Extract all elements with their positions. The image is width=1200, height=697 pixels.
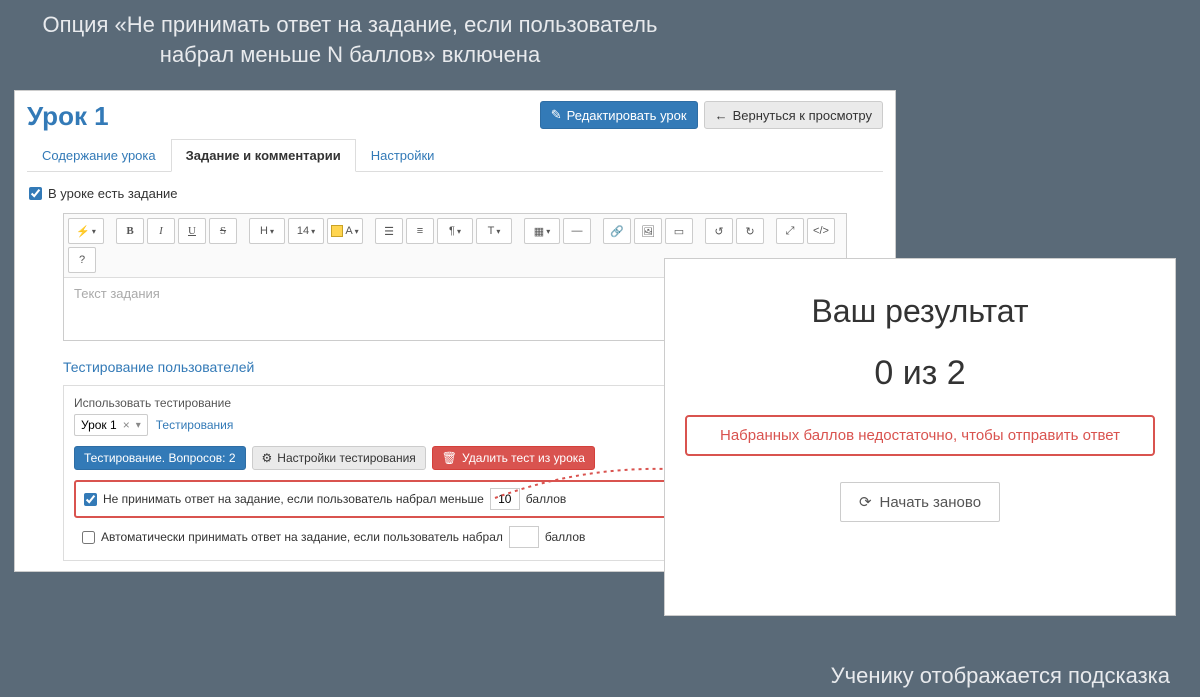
caret-icon: ▾ [92,227,96,236]
expand-icon: ⤢ [786,225,795,238]
testing-settings-button[interactable]: ⚙ Настройки тестирования [252,446,426,470]
auto-accept-checkbox[interactable] [82,531,95,544]
strike-button[interactable]: S [209,218,237,244]
caret-icon: ▾ [496,227,500,236]
page-title: Урок 1 [27,101,109,132]
undo-button[interactable]: ↺ [705,218,733,244]
undo-icon: ↺ [714,225,723,238]
caret-icon: ▾ [457,227,461,236]
result-alert: Набранных баллов недостаточно, чтобы отп… [685,415,1155,456]
tab-task[interactable]: Задание и комментарии [171,139,356,172]
questions-count-button[interactable]: Тестирование. Вопросов: 2 [74,446,246,470]
link-button[interactable]: 🔗 [603,218,631,244]
has-task-row: В уроке есть задание [29,186,881,201]
has-task-label: В уроке есть задание [48,186,178,201]
testing-settings-label: Настройки тестирования [277,451,416,465]
refresh-icon: ⟳ [859,493,872,511]
paragraph-button[interactable]: ¶▾ [437,218,473,244]
magic-icon: ⚡ [76,225,90,238]
reject-prefix-label: Не принимать ответ на задание, если поль… [103,492,484,506]
fontsize-icon: 14 [297,225,309,237]
delete-test-label: Удалить тест из урока [462,451,585,465]
link-icon: 🔗 [610,225,624,238]
caret-icon: ▾ [311,227,315,236]
para-icon: ¶ [449,225,455,237]
header-buttons: ✎ Редактировать урок ← Вернуться к просм… [540,101,883,129]
help-icon: ? [79,254,85,266]
caret-icon: ▾ [355,227,359,236]
delete-test-button[interactable]: 🗑 Удалить тест из урока [432,446,595,470]
reject-threshold-input[interactable] [490,488,520,510]
ol-button[interactable]: ≡ [406,218,434,244]
color-a-icon: A [345,225,352,237]
heading-button[interactable]: H▾ [249,218,285,244]
underline-icon: U [188,225,196,237]
ol-icon: ≡ [417,225,423,237]
restart-label: Начать заново [880,494,982,511]
lh-icon: T [488,225,495,237]
strike-icon: S [220,225,226,237]
auto-suffix-label: баллов [545,530,585,544]
codeview-button[interactable]: </> [807,218,835,244]
auto-prefix-label: Автоматически принимать ответ на задание… [101,530,503,544]
code-icon: </> [813,225,829,237]
auto-accept-input[interactable] [509,526,539,548]
gear-icon: ⚙ [262,451,273,465]
redo-button[interactable]: ↻ [736,218,764,244]
italic-button[interactable]: I [147,218,175,244]
table-icon: ▦ [534,225,544,238]
top-caption: Опция «Не принимать ответ на задание, ес… [30,10,670,69]
hr-icon: — [572,225,583,237]
video-icon: ▭ [674,225,684,238]
caret-icon: ▾ [546,227,550,236]
chevron-down-icon: ▾ [136,420,141,431]
help-button[interactable]: ? [68,247,96,273]
ul-icon: ☰ [384,225,394,238]
ul-button[interactable]: ☰ [375,218,403,244]
magic-button[interactable]: ⚡▾ [68,218,104,244]
restart-button[interactable]: ⟳ Начать заново [840,482,1000,522]
result-title: Ваш результат [811,293,1028,330]
back-to-view-button[interactable]: ← Вернуться к просмотру [704,101,883,129]
heading-icon: H [260,225,268,237]
bottom-caption: Ученику отображается подсказка [831,663,1170,689]
image-button[interactable]: 🖼 [634,218,662,244]
table-button[interactable]: ▦▾ [524,218,560,244]
video-button[interactable]: ▭ [665,218,693,244]
reject-threshold-checkbox[interactable] [84,493,97,506]
edit-lesson-label: Редактировать урок [567,108,687,123]
edit-icon: ✎ [551,107,562,123]
fullscreen-button[interactable]: ⤢ [776,218,804,244]
lineheight-button[interactable]: T▾ [476,218,512,244]
fontcolor-button[interactable]: A▾ [327,218,363,244]
hr-button[interactable]: — [563,218,591,244]
selected-test-label: Урок 1 [81,418,117,432]
italic-icon: I [159,225,163,237]
tab-settings[interactable]: Настройки [356,139,450,172]
color-swatch-icon [331,225,343,237]
redo-icon: ↻ [745,225,754,238]
edit-lesson-button[interactable]: ✎ Редактировать урок [540,101,698,129]
fontsize-button[interactable]: 14▾ [288,218,324,244]
has-task-checkbox[interactable] [29,187,42,200]
image-icon: 🖼 [641,225,655,238]
caret-icon: ▾ [270,227,274,236]
back-arrow-icon: ← [715,108,728,123]
bold-icon: B [126,225,133,237]
testing-select[interactable]: Урок 1 × ▾ [74,414,148,436]
underline-button[interactable]: U [178,218,206,244]
clear-icon[interactable]: × [123,418,130,432]
back-label: Вернуться к просмотру [733,108,872,123]
tab-content[interactable]: Содержание урока [27,139,171,172]
trash-icon: 🗑 [442,451,457,465]
panel-header: Урок 1 ✎ Редактировать урок ← Вернуться … [15,91,895,132]
reject-suffix-label: баллов [526,492,566,506]
result-score: 0 из 2 [874,354,965,393]
result-panel: Ваш результат 0 из 2 Набранных баллов не… [664,258,1176,616]
testings-link[interactable]: Тестирования [156,418,234,432]
tabs: Содержание урока Задание и комментарии Н… [27,138,883,172]
bold-button[interactable]: B [116,218,144,244]
